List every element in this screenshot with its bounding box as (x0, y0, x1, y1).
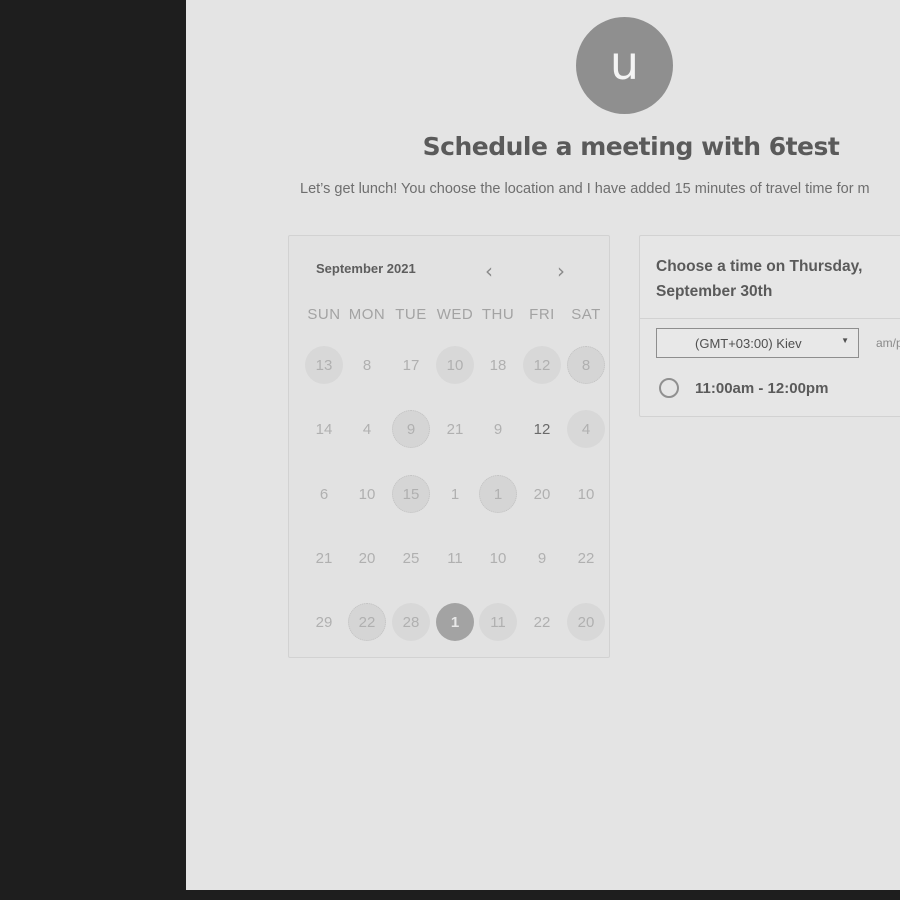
calendar-day[interactable]: 20 (523, 475, 561, 513)
calendar-day[interactable]: 17 (392, 346, 430, 384)
calendar-day[interactable]: 21 (305, 539, 343, 577)
calendar-day[interactable]: 12 (523, 410, 561, 448)
calendar-day[interactable]: 14 (305, 410, 343, 448)
calendar-day[interactable]: 22 (348, 603, 386, 641)
calendar-day[interactable]: 29 (305, 603, 343, 641)
calendar-day[interactable]: 20 (348, 539, 386, 577)
time-panel: Choose a time on Thursday, September 30t… (639, 235, 900, 417)
calendar-month-label: September 2021 (316, 261, 416, 276)
time-slot-option[interactable]: 11:00am - 12:00pm (659, 378, 828, 398)
calendar-day[interactable]: 10 (567, 475, 605, 513)
calendar-day[interactable]: 6 (305, 475, 343, 513)
weekday-label: THU (481, 306, 515, 323)
timezone-select[interactable]: (GMT+03:00) Kiev ▼ (656, 328, 859, 358)
calendar-day[interactable]: 22 (523, 603, 561, 641)
chevron-left-icon[interactable]: ‹ (485, 260, 493, 282)
calendar-day[interactable]: 11 (479, 603, 517, 641)
weekday-label: MON (348, 306, 386, 323)
calendar-day-selected[interactable]: 1 (436, 603, 474, 641)
calendar-day[interactable]: 15 (392, 475, 430, 513)
calendar-day[interactable]: 9 (523, 539, 561, 577)
calendar-day[interactable]: 10 (436, 346, 474, 384)
calendar-day[interactable]: 20 (567, 603, 605, 641)
timezone-value: (GMT+03:00) Kiev (695, 336, 802, 351)
caret-down-icon: ▼ (841, 336, 849, 345)
weekday-label: FRI (529, 306, 555, 323)
calendar: September 2021 ‹ › SUN MON TUE WED THU FRI SAT… (288, 235, 610, 658)
page-title: Schedule a meeting with 6test (422, 132, 840, 161)
calendar-day[interactable]: 8 (567, 346, 605, 384)
avatar: u (576, 17, 673, 114)
divider (640, 318, 900, 319)
weekday-label: TUE (395, 306, 427, 323)
page-subtitle: Let’s get lunch! You choose the location… (300, 181, 870, 197)
weekday-label: WED (436, 306, 474, 323)
calendar-day[interactable]: 1 (479, 475, 517, 513)
calendar-day[interactable]: 13 (305, 346, 343, 384)
radio-icon[interactable] (659, 378, 679, 398)
calendar-day[interactable]: 9 (392, 410, 430, 448)
calendar-day[interactable]: 22 (567, 539, 605, 577)
calendar-day[interactable]: 25 (392, 539, 430, 577)
calendar-day[interactable]: 8 (348, 346, 386, 384)
weekday-label: SUN (307, 306, 341, 323)
calendar-day[interactable]: 10 (348, 475, 386, 513)
avatar-letter: u (609, 35, 640, 90)
time-format-toggle[interactable]: am/p (876, 336, 900, 350)
time-panel-heading: Choose a time on Thursday, September 30t… (656, 258, 863, 300)
calendar-day[interactable]: 9 (479, 410, 517, 448)
calendar-day[interactable]: 18 (479, 346, 517, 384)
calendar-day[interactable]: 12 (523, 346, 561, 384)
calendar-day[interactable]: 21 (436, 410, 474, 448)
calendar-day[interactable]: 11 (436, 539, 474, 577)
time-slot-label: 11:00am - 12:00pm (695, 379, 829, 397)
chevron-right-icon[interactable]: › (557, 260, 565, 282)
scheduler-page: u Schedule a meeting with 6test Let’s ge… (186, 0, 900, 890)
weekday-label: SAT (571, 306, 601, 323)
calendar-day[interactable]: 28 (392, 603, 430, 641)
calendar-day[interactable]: 1 (436, 475, 474, 513)
calendar-day[interactable]: 10 (479, 539, 517, 577)
calendar-day[interactable]: 4 (348, 410, 386, 448)
calendar-day[interactable]: 4 (567, 410, 605, 448)
